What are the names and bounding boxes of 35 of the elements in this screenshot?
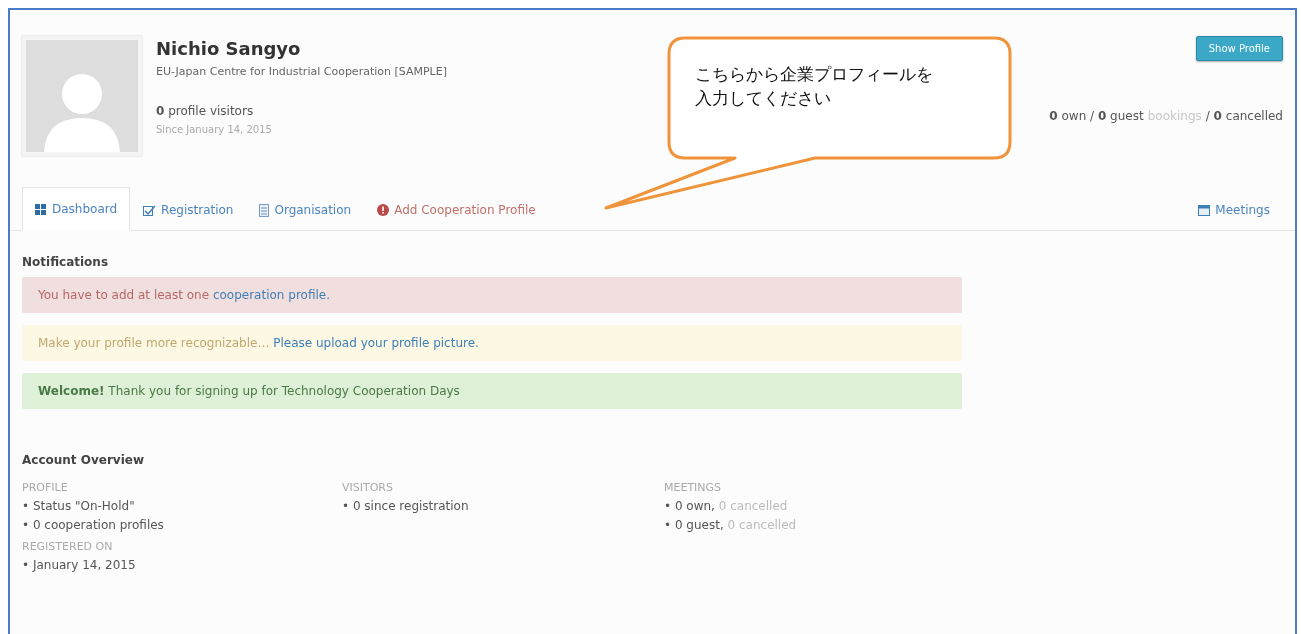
notification-link[interactable]: cooperation profile. xyxy=(212,288,330,302)
overview-item: • 0 guest, 0 cancelled xyxy=(664,518,798,532)
grid-icon xyxy=(35,203,47,215)
callout-text: こちらから企業プロフィールを入力してください xyxy=(695,63,934,110)
overview-item: • January 14, 2015 xyxy=(22,558,137,572)
company-name: Nichio Sangyo xyxy=(156,38,302,59)
calendar-icon xyxy=(1198,204,1211,216)
overview-section-label: MEETINGS xyxy=(664,481,723,494)
profile-visitors: 0 profile visitors xyxy=(156,104,255,118)
overview-item: • 0 since registration xyxy=(342,499,470,513)
document-icon xyxy=(259,203,270,217)
show-profile-button[interactable]: Show Profile xyxy=(1195,36,1283,61)
notification-message: Welcome! Thank you for signing up for Technology Cooperation Days xyxy=(22,373,962,409)
booking-count: / 0 cancelled xyxy=(1205,109,1283,123)
tab[interactable]: Dashboard xyxy=(22,187,131,231)
organisation-name: EU-Japan Centre for Industrial Cooperation [SAMPLE] xyxy=(156,65,447,78)
notification-message: Make your profile more recognizable… Please upload your profile picture. xyxy=(22,325,962,361)
notification-message: You have to add at least one cooperation profile. xyxy=(22,277,962,313)
tab[interactable]: Registration xyxy=(130,188,247,231)
tab[interactable]: Add Cooperation Profile xyxy=(364,188,549,231)
overview-section-label: PROFILE xyxy=(22,481,69,494)
meetings-tab[interactable]: Meetings xyxy=(1185,188,1283,231)
since-date: Since January 14, 2015 xyxy=(156,124,273,135)
booking-count: 0 own / 0 guest xyxy=(1049,109,1144,123)
checkbox-icon xyxy=(143,204,157,216)
account-overview-heading: Account Overview xyxy=(22,453,145,467)
overview-item: • 0 cooperation profiles xyxy=(22,518,165,532)
overview-item: • Status "On-Hold" xyxy=(22,499,136,513)
notifications-heading: Notifications xyxy=(22,255,110,269)
overview-section-label: REGISTERED ON xyxy=(22,540,114,553)
tab[interactable]: Organisation xyxy=(246,188,365,231)
alert-icon xyxy=(377,204,390,216)
overview-item: • 0 own, 0 cancelled xyxy=(664,499,789,513)
overview-section-label: VISITORS xyxy=(342,481,394,494)
notification-link[interactable]: Please upload your profile picture. xyxy=(273,336,479,350)
